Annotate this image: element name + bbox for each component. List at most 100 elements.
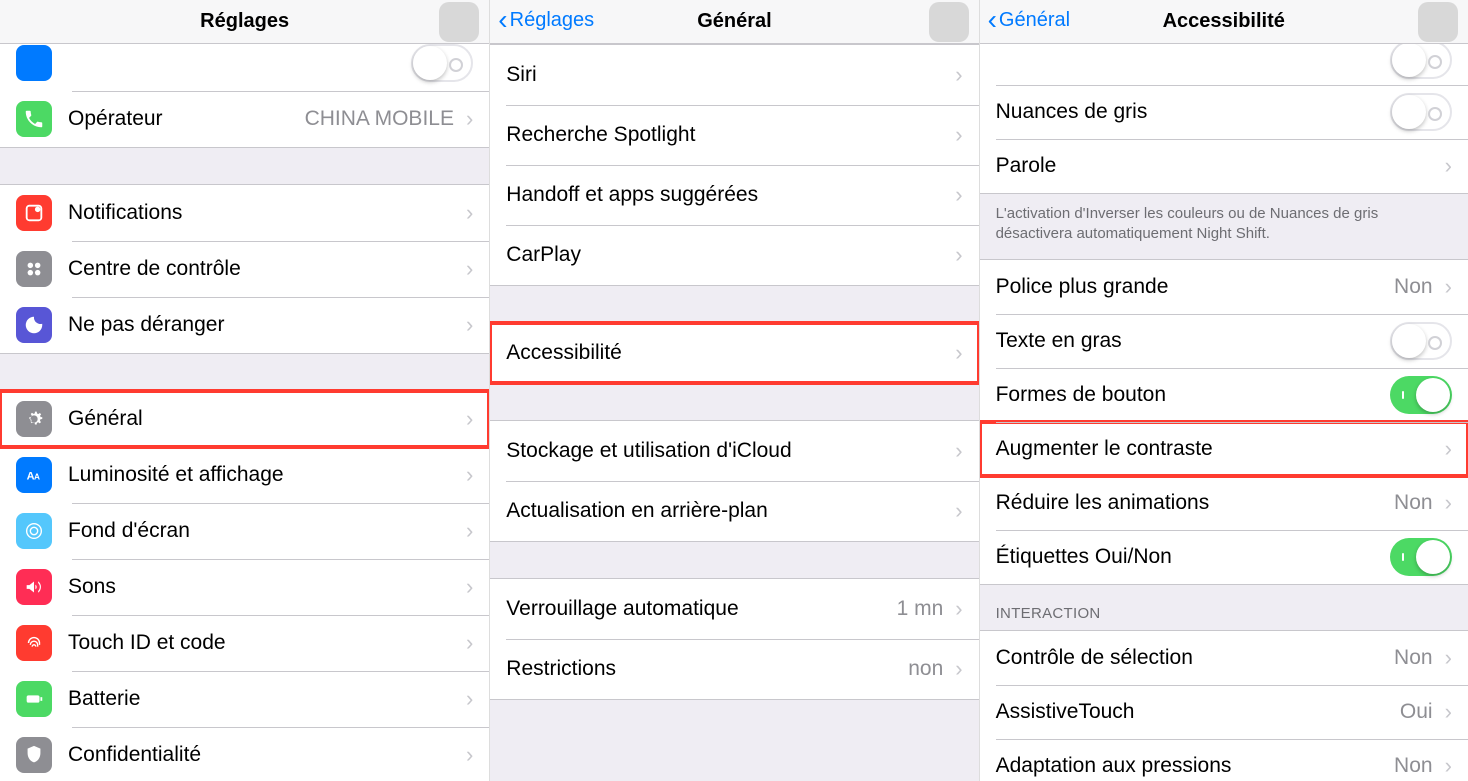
switch-control-label: Contrôle de sélection xyxy=(996,646,1394,670)
chevron-right-icon: › xyxy=(955,182,962,208)
handoff-label: Handoff et apps suggérées xyxy=(506,183,951,207)
general-pane: ‹ Réglages Général Siri › Recherche Spot… xyxy=(489,0,978,781)
reduce-motion-label: Réduire les animations xyxy=(996,491,1394,515)
larger-text-value: Non xyxy=(1394,275,1433,299)
speaker-icon xyxy=(16,569,52,605)
unknown-top-row[interactable] xyxy=(0,44,489,91)
battery-label: Batterie xyxy=(68,687,462,711)
display-row[interactable]: AA Luminosité et affichage › xyxy=(0,447,489,503)
button-shapes-row[interactable]: Formes de bouton xyxy=(980,368,1468,422)
grayscale-label: Nuances de gris xyxy=(996,100,1390,124)
notifications-row[interactable]: Notifications › xyxy=(0,185,489,241)
spotlight-row[interactable]: Recherche Spotlight › xyxy=(490,105,978,165)
chevron-right-icon: › xyxy=(466,742,473,768)
chevron-right-icon: › xyxy=(466,462,473,488)
carrier-value: CHINA MOBILE xyxy=(305,107,454,131)
chevron-right-icon: › xyxy=(955,242,962,268)
dnd-label: Ne pas déranger xyxy=(68,313,462,337)
siri-label: Siri xyxy=(506,63,951,87)
chevron-right-icon: › xyxy=(466,686,473,712)
accessibility-row[interactable]: Accessibilité › xyxy=(490,323,978,383)
carrier-row[interactable]: Opérateur CHINA MOBILE › xyxy=(0,91,489,147)
control-center-row[interactable]: Centre de contrôle › xyxy=(0,241,489,297)
autolock-value: 1 mn xyxy=(897,597,944,621)
switch-control-row[interactable]: Contrôle de sélection Non › xyxy=(980,631,1468,685)
back-to-settings-button[interactable]: ‹ Réglages xyxy=(498,6,594,34)
bold-text-row[interactable]: Texte en gras xyxy=(980,314,1468,368)
restrictions-value: non xyxy=(908,657,943,681)
notifications-icon xyxy=(16,195,52,231)
touchid-row[interactable]: Touch ID et code › xyxy=(0,615,489,671)
reduce-motion-value: Non xyxy=(1394,491,1433,515)
placeholder-icon xyxy=(16,45,52,81)
chevron-left-icon: ‹ xyxy=(498,6,507,34)
carplay-row[interactable]: CarPlay › xyxy=(490,225,978,285)
general-title: Général xyxy=(697,10,771,33)
back-to-general-button[interactable]: ‹ Général xyxy=(988,6,1070,34)
increase-contrast-label: Augmenter le contraste xyxy=(996,437,1441,461)
battery-row[interactable]: Batterie › xyxy=(0,671,489,727)
avatar-icon[interactable] xyxy=(439,2,479,42)
background-label: Actualisation en arrière-plan xyxy=(506,499,951,523)
avatar-icon[interactable] xyxy=(1418,2,1458,42)
chevron-right-icon: › xyxy=(1445,490,1452,516)
privacy-row[interactable]: Confidentialité › xyxy=(0,727,489,781)
fingerprint-icon xyxy=(16,625,52,661)
restrictions-row[interactable]: Restrictions non › xyxy=(490,639,978,699)
chevron-right-icon: › xyxy=(466,518,473,544)
chevron-right-icon: › xyxy=(1445,753,1452,779)
wallpaper-label: Fond d'écran xyxy=(68,519,462,543)
toggle[interactable] xyxy=(411,44,473,82)
on-off-labels-label: Étiquettes Oui/Non xyxy=(996,545,1390,569)
chevron-right-icon: › xyxy=(466,574,473,600)
chevron-right-icon: › xyxy=(1445,699,1452,725)
spotlight-label: Recherche Spotlight xyxy=(506,123,951,147)
chevron-right-icon: › xyxy=(466,312,473,338)
wallpaper-row[interactable]: Fond d'écran › xyxy=(0,503,489,559)
accessibility-header: ‹ Général Accessibilité xyxy=(980,0,1468,44)
grayscale-row[interactable]: Nuances de gris xyxy=(980,85,1468,139)
bold-text-toggle[interactable] xyxy=(1390,322,1452,360)
bold-text-label: Texte en gras xyxy=(996,329,1390,353)
chevron-right-icon: › xyxy=(466,630,473,656)
interaction-section-header: INTERACTION xyxy=(980,585,1468,630)
invert-colors-row[interactable] xyxy=(980,44,1468,85)
siri-row[interactable]: Siri › xyxy=(490,45,978,105)
chevron-right-icon: › xyxy=(1445,436,1452,462)
assistive-touch-row[interactable]: AssistiveTouch Oui › xyxy=(980,685,1468,739)
touch-accom-value: Non xyxy=(1394,754,1433,778)
on-off-labels-row[interactable]: Étiquettes Oui/Non xyxy=(980,530,1468,584)
reduce-motion-row[interactable]: Réduire les animations Non › xyxy=(980,476,1468,530)
general-list[interactable]: Siri › Recherche Spotlight › Handoff et … xyxy=(490,44,978,781)
on-off-labels-toggle[interactable] xyxy=(1390,538,1452,576)
chevron-right-icon: › xyxy=(955,656,962,682)
button-shapes-toggle[interactable] xyxy=(1390,376,1452,414)
handoff-row[interactable]: Handoff et apps suggérées › xyxy=(490,165,978,225)
general-row[interactable]: Général › xyxy=(0,391,489,447)
grayscale-toggle[interactable] xyxy=(1390,93,1452,131)
chevron-right-icon: › xyxy=(955,498,962,524)
avatar-icon[interactable] xyxy=(929,2,969,42)
accessibility-list[interactable]: Nuances de gris Parole › L'activation d'… xyxy=(980,44,1468,781)
assistive-touch-value: Oui xyxy=(1400,700,1433,724)
assistive-touch-label: AssistiveTouch xyxy=(996,700,1400,724)
sounds-row[interactable]: Sons › xyxy=(0,559,489,615)
autolock-row[interactable]: Verrouillage automatique 1 mn › xyxy=(490,579,978,639)
chevron-right-icon: › xyxy=(466,406,473,432)
settings-list[interactable]: Opérateur CHINA MOBILE › Notifications ›… xyxy=(0,44,489,781)
gear-icon xyxy=(16,401,52,437)
increase-contrast-row[interactable]: Augmenter le contraste › xyxy=(980,422,1468,476)
wallpaper-icon xyxy=(16,513,52,549)
background-refresh-row[interactable]: Actualisation en arrière-plan › xyxy=(490,481,978,541)
control-center-icon xyxy=(16,251,52,287)
invert-colors-toggle[interactable] xyxy=(1390,44,1452,79)
larger-text-row[interactable]: Police plus grande Non › xyxy=(980,260,1468,314)
notifications-label: Notifications xyxy=(68,201,462,225)
touch-accommodations-row[interactable]: Adaptation aux pressions Non › xyxy=(980,739,1468,781)
storage-row[interactable]: Stockage et utilisation d'iCloud › xyxy=(490,421,978,481)
control-center-label: Centre de contrôle xyxy=(68,257,462,281)
speech-row[interactable]: Parole › xyxy=(980,139,1468,193)
chevron-right-icon: › xyxy=(955,596,962,622)
hand-icon xyxy=(16,737,52,773)
dnd-row[interactable]: Ne pas déranger › xyxy=(0,297,489,353)
